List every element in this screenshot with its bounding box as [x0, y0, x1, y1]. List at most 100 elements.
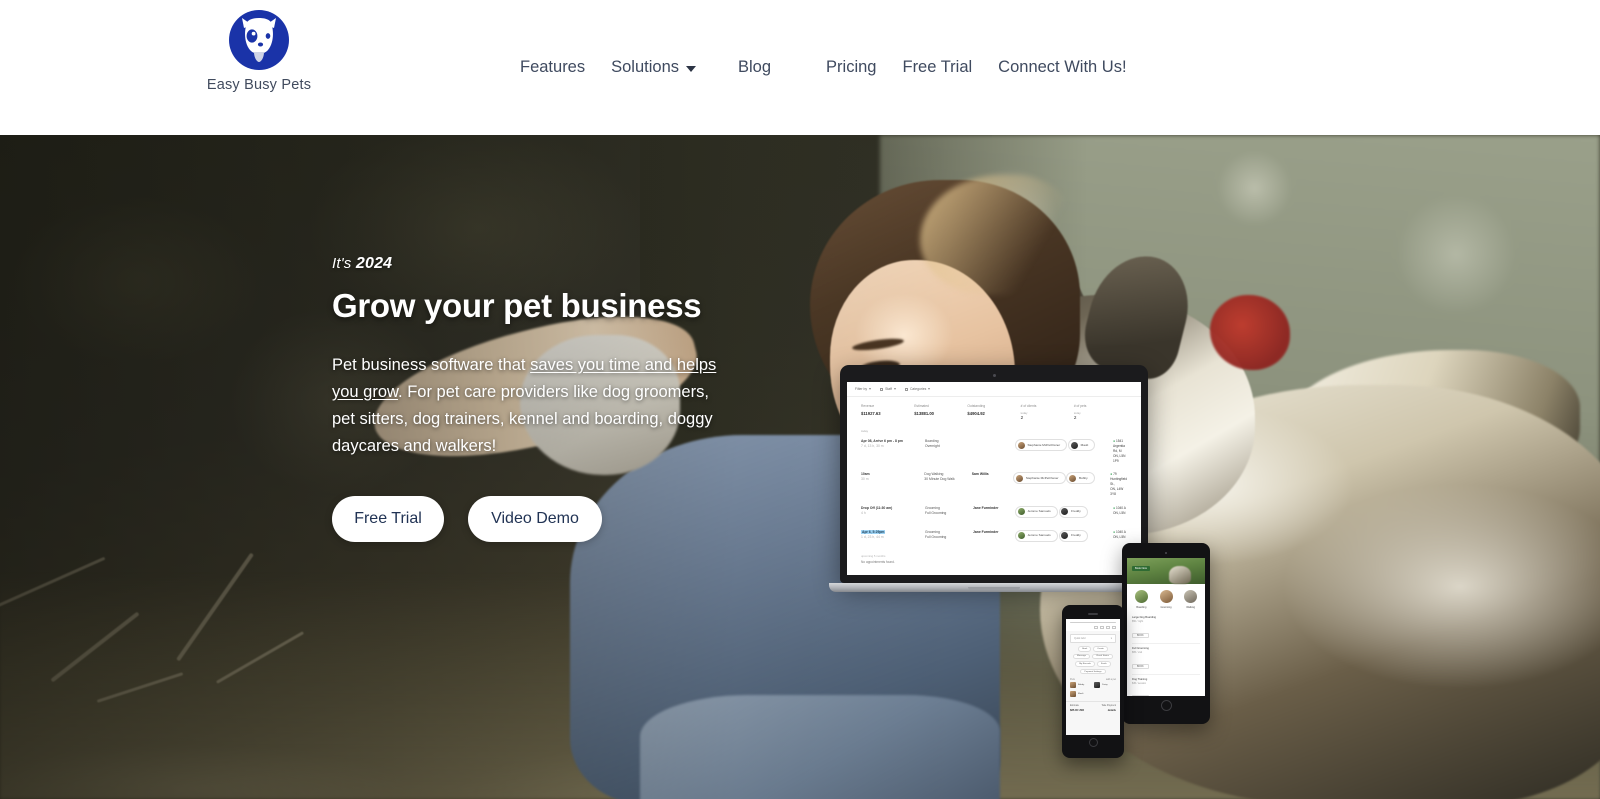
nav-item-connect-with-us[interactable]: Connect With Us! [998, 52, 1126, 83]
pet-photo [1070, 682, 1076, 689]
nav-link-connect-with-us[interactable]: Connect With Us! [998, 52, 1126, 83]
list-item[interactable]: Full Grooming $65 / visit BOOK [1132, 644, 1200, 675]
table-row[interactable]: Apr 6, 5:29pm 1 d, 23 h, 44 m Grooming F… [861, 525, 1127, 549]
item-title: Large Dog Boarding [1132, 615, 1157, 619]
nav-item-pricing[interactable]: Pricing [826, 52, 876, 83]
book-button[interactable]: BOOK [1132, 663, 1149, 670]
pet-pill[interactable]: Bobby [1066, 472, 1095, 485]
free-trial-button[interactable]: Free Trial [332, 495, 444, 542]
chevron-down-icon [869, 388, 872, 390]
action-chip[interactable]: Message [1073, 653, 1090, 660]
nav-item-free-trial[interactable]: Free Trial [902, 52, 972, 83]
stat-pets: # of pets today 2 [1074, 404, 1127, 420]
address-line2: ON, L5N 1P9 [1113, 453, 1126, 463]
tablet-home-button[interactable] [1160, 700, 1172, 711]
tablet-hero-dog-image [1169, 566, 1191, 584]
owner-pill[interactable]: Jerome Samuels [1015, 505, 1058, 518]
service-card-label: Walking [1186, 606, 1196, 609]
filter-chip-filter-by[interactable]: Filter by [855, 387, 872, 391]
app-stats-row: Revenue $11927.63 Estimated $13881.00 Ou… [847, 397, 1141, 425]
stat-value: $11927.63 [861, 410, 881, 416]
pet-pill[interactable]: Freddy [1058, 505, 1088, 518]
nav-item-features[interactable]: Features [520, 52, 585, 83]
avatar [1061, 508, 1069, 516]
address-line2: ON, L5N [1113, 534, 1126, 539]
total-amount: $85.00 USD [1070, 709, 1085, 713]
item-title: Dog Training [1132, 677, 1148, 681]
pet-pill[interactable]: Mault [1068, 439, 1096, 451]
phone-screen: Quick Add ▾ Book Create Message Check St… [1066, 618, 1120, 735]
book-now-tag[interactable]: Book Now [1132, 566, 1150, 571]
pet-pill[interactable]: Freddy [1058, 529, 1088, 542]
action-chip[interactable]: Finish [1096, 661, 1111, 667]
owner-pill[interactable]: Jerome Samuels [1015, 529, 1058, 542]
tablet-service-cards: Boarding Grooming Walking [1127, 584, 1205, 611]
book-button[interactable]: BOOK [1132, 632, 1149, 639]
action-chip[interactable]: Payment Settings [1080, 668, 1106, 675]
laptop-base [829, 583, 1159, 592]
quick-add-input[interactable]: Quick Add ▾ [1070, 633, 1116, 643]
owner-pill[interactable]: Stephanie McPetOwner [1013, 472, 1066, 485]
list-item[interactable]: Mault [1070, 691, 1091, 698]
phone-tab[interactable] [1112, 625, 1116, 629]
list-item[interactable]: Daisy [1094, 682, 1115, 689]
nav-link-features[interactable]: Features [520, 52, 585, 83]
phone-tab[interactable] [1100, 625, 1104, 629]
action-chip[interactable]: Book [1078, 645, 1092, 652]
video-demo-button[interactable]: Video Demo [468, 495, 602, 542]
chevron-down-icon: ▾ [1110, 636, 1112, 640]
nav-link-blog[interactable]: Blog [738, 52, 771, 83]
tablet-camera-icon [1165, 552, 1167, 554]
nav-label-solutions: Solutions [611, 58, 680, 76]
nav-item-solutions[interactable]: Solutions [611, 52, 697, 83]
book-button[interactable]: BOOK [1132, 694, 1149, 696]
stat-outstanding: Outstanding $4904.92 [967, 404, 1020, 420]
brand-logo[interactable]: Easy Busy Pets [196, 8, 322, 93]
action-chip[interactable]: My Records [1075, 661, 1095, 667]
row-service: Boarding Overnight [925, 439, 967, 449]
filter-chip-staff[interactable]: Staff [880, 387, 896, 391]
phone-body: Quick Add ▾ Book Create Message Check St… [1062, 605, 1124, 758]
phone-home-button[interactable] [1088, 737, 1098, 747]
owner-name: Stephanie McPetOwner [1025, 475, 1059, 480]
row-address: ● 79 Huntingfield St., ON, L4W 3Y8 [1110, 472, 1127, 496]
phone-pets-header: Pets add a pet [1066, 674, 1120, 682]
nav-item-blog[interactable]: Blog [738, 52, 771, 83]
take-payment-button[interactable]: Take Payment [1101, 705, 1116, 707]
phone-tab[interactable] [1094, 625, 1098, 629]
app-appointment-list: today Apr 08, Arrive 6 pm - 8 pm 7 d, 13… [847, 425, 1141, 570]
address-line1: 1040 A [1115, 505, 1126, 510]
service-card[interactable]: Grooming [1156, 589, 1177, 609]
row-time-text: Drop Off (11:30 am) [861, 505, 893, 510]
add-pet-link[interactable]: add a pet [1106, 678, 1116, 681]
service-card[interactable]: Walking [1180, 589, 1201, 609]
row-time-text: Apr 08, Arrive 6 pm - 8 pm [861, 439, 903, 443]
table-row[interactable]: Apr 08, Arrive 6 pm - 8 pm 7 d, 13 h, 30… [861, 435, 1127, 468]
action-chip[interactable]: Check Status [1091, 653, 1113, 660]
stat-revenue: Revenue $11927.63 [861, 404, 914, 420]
list-item[interactable]: Bobby [1070, 682, 1091, 689]
nav-link-free-trial[interactable]: Free Trial [902, 52, 972, 83]
dog-face-logo-icon [229, 10, 289, 70]
row-staff: Sam Willis [971, 472, 989, 477]
list-item[interactable]: Dog Training $45 / session BOOK [1132, 675, 1200, 696]
list-item[interactable]: Large Dog Boarding $50 / night BOOK [1132, 613, 1200, 644]
nav-link-solutions[interactable]: Solutions [611, 52, 697, 83]
owner-name: Stephanie McPetOwner [1027, 442, 1061, 447]
tablet-mockup: Book Now Boarding Grooming Walking Large… [1122, 543, 1210, 724]
service-card[interactable]: Boarding [1131, 589, 1152, 609]
hero-title: Grow your pet business [332, 287, 702, 324]
row-time-text: Apr 6, 5:29pm [861, 529, 886, 534]
avatar [1017, 532, 1025, 540]
details-link[interactable]: details [1108, 709, 1116, 712]
phone-title-bar [1070, 621, 1116, 623]
table-row[interactable]: Drop Off (11:30 am) 4 h Grooming Full Gr… [861, 501, 1127, 525]
owner-pill[interactable]: Stephanie McPetOwner [1015, 439, 1068, 451]
action-chip[interactable]: Create [1093, 645, 1108, 652]
phone-tab[interactable] [1106, 625, 1110, 629]
table-row[interactable]: 10am 30 m Dog Walking 30 Minute Dog Walk… [861, 468, 1127, 501]
filter-label: Filter by [855, 387, 868, 391]
pet-name: Bobby [1078, 684, 1085, 687]
nav-link-pricing[interactable]: Pricing [826, 52, 876, 83]
filter-chip-categories[interactable]: Categories [904, 387, 931, 391]
